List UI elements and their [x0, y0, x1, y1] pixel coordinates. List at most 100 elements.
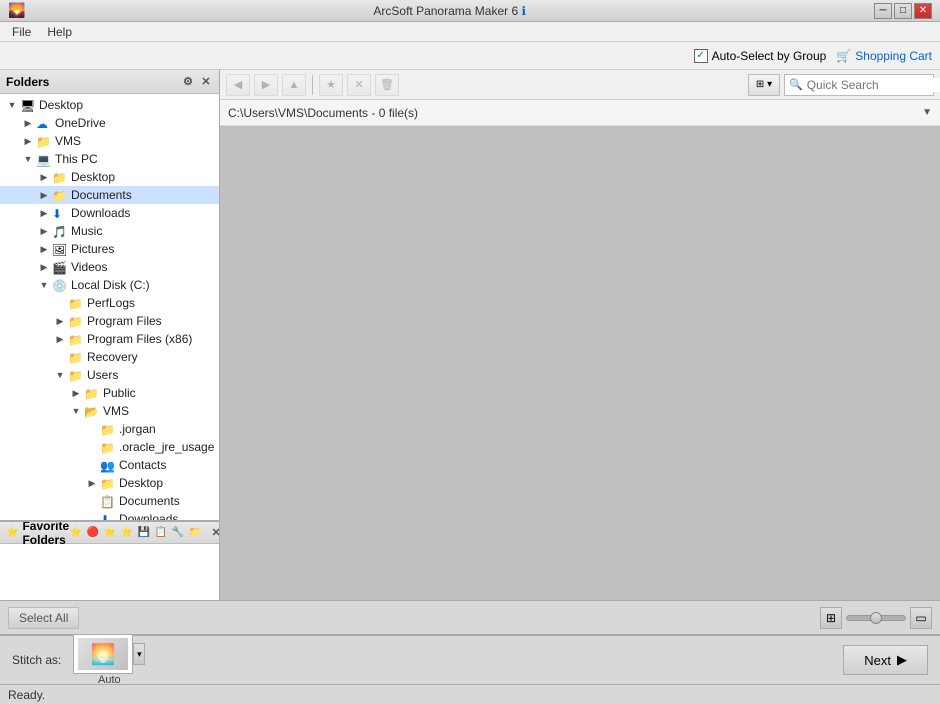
- tree-item-documents[interactable]: ▶ 📁 Documents: [0, 186, 219, 204]
- fav-icon-4[interactable]: ⭐: [120, 526, 134, 540]
- tree-item-desktop-user[interactable]: ▶ 📁 Desktop: [0, 474, 219, 492]
- title-bar: 🌄 ArcSoft Panorama Maker 6 ℹ ─ □ ✕: [0, 0, 940, 22]
- stitch-bar: Stitch as: 🌅 ▾ Auto Next ▶: [0, 634, 940, 684]
- fav-icon-5[interactable]: 💾: [137, 526, 151, 540]
- tree-item-documents-user[interactable]: 📋 Documents: [0, 492, 219, 510]
- tree-item-jorgan[interactable]: 📁 .jorgan: [0, 420, 219, 438]
- expand-vms-root[interactable]: ▶: [20, 133, 36, 149]
- expand-users[interactable]: ▼: [52, 367, 68, 383]
- tree-item-downloads-user[interactable]: ⬇ Downloads: [0, 510, 219, 520]
- tree-item-videos[interactable]: ▶ 🎬 Videos: [0, 258, 219, 276]
- next-arrow-icon: ▶: [897, 652, 907, 668]
- path-text: C:\Users\VMS\Documents - 0 file(s): [228, 106, 418, 120]
- next-button[interactable]: Next ▶: [843, 645, 928, 675]
- fav-icon-1[interactable]: ⭐: [69, 526, 83, 540]
- tree-item-perflogs[interactable]: 📁 PerfLogs: [0, 294, 219, 312]
- list-view-button[interactable]: ▭: [910, 607, 932, 629]
- favorite-button[interactable]: ★: [319, 74, 343, 96]
- fav-icon-3[interactable]: ⭐: [103, 526, 117, 540]
- favorite-folders-title: Favorite Folders: [22, 520, 69, 547]
- close-button[interactable]: ✕: [914, 3, 932, 19]
- toolbar-right: Auto-Select by Group 🛒 Shopping Cart: [694, 49, 932, 63]
- tree-item-desktop-root[interactable]: ▼ 🖥 Desktop: [0, 96, 219, 114]
- auto-select-group: Auto-Select by Group: [694, 49, 827, 63]
- expand-progfiles[interactable]: ▶: [52, 313, 68, 329]
- tree-item-localdisk[interactable]: ▼ 💿 Local Disk (C:): [0, 276, 219, 294]
- tree-item-progfilesx86[interactable]: ▶ 📁 Program Files (x86): [0, 330, 219, 348]
- app-icon: 🌄: [8, 2, 25, 19]
- right-panel: ◀ ▶ ▲ ★ ✕ 🗑 ⊞ ▾ 🔍 ✕ C:\Users\VMS\Documen…: [220, 70, 940, 600]
- recovery-icon: 📁: [68, 351, 84, 364]
- expand-downloads[interactable]: ▶: [36, 205, 52, 221]
- expand-progfilesx86[interactable]: ▶: [52, 331, 68, 347]
- tree-item-progfiles[interactable]: ▶ 📁 Program Files: [0, 312, 219, 330]
- tree-item-vms-root[interactable]: ▶ 📁 VMS: [0, 132, 219, 150]
- expand-documents[interactable]: ▶: [36, 187, 52, 203]
- delete-button[interactable]: ✕: [347, 74, 371, 96]
- fav-icon-2[interactable]: 🔴: [86, 526, 100, 540]
- oracle-label: .oracle_jre_usage: [119, 440, 214, 454]
- shopping-cart-link[interactable]: 🛒 Shopping Cart: [836, 49, 932, 63]
- expand-music[interactable]: ▶: [36, 223, 52, 239]
- expand-public[interactable]: ▶: [68, 385, 84, 401]
- stitch-arrow-button[interactable]: ▾: [133, 643, 145, 665]
- expand-thispc[interactable]: ▼: [20, 151, 36, 167]
- search-input[interactable]: [807, 78, 940, 92]
- tree-item-thispc[interactable]: ▼ 💻 This PC: [0, 150, 219, 168]
- fav-icon-7[interactable]: 🔧: [171, 526, 185, 540]
- view-icons-group: ⊞ ▭: [820, 607, 932, 629]
- folder-tree: ▼ 🖥 Desktop ▶ ☁ OneDrive ▶ 📁 VMS ▼ 💻 Thi…: [0, 94, 219, 520]
- expand-pictures[interactable]: ▶: [36, 241, 52, 257]
- expand-desktop-pc[interactable]: ▶: [36, 169, 52, 185]
- nav-forward-button[interactable]: ▶: [254, 74, 278, 96]
- view-toggle-button[interactable]: ⊞ ▾: [748, 74, 780, 96]
- maximize-button[interactable]: □: [894, 3, 912, 19]
- tree-item-oracle[interactable]: 📁 .oracle_jre_usage: [0, 438, 219, 456]
- select-all-button[interactable]: Select All: [8, 607, 79, 629]
- public-label: Public: [103, 386, 136, 400]
- tree-item-recovery[interactable]: 📁 Recovery: [0, 348, 219, 366]
- expand-desktop[interactable]: ▼: [4, 97, 20, 113]
- trash-button[interactable]: 🗑: [375, 74, 399, 96]
- favorite-folders-content: [0, 544, 219, 600]
- tree-item-music[interactable]: ▶ 🎵 Music: [0, 222, 219, 240]
- app-title: ArcSoft Panorama Maker 6 ℹ: [25, 4, 874, 18]
- tree-item-public[interactable]: ▶ 📁 Public: [0, 384, 219, 402]
- auto-select-checkbox[interactable]: [694, 49, 708, 63]
- desktop-user-label: Desktop: [119, 476, 163, 490]
- menu-help[interactable]: Help: [39, 23, 80, 41]
- tree-item-users[interactable]: ▼ 📁 Users: [0, 366, 219, 384]
- grid-view-button[interactable]: ⊞: [820, 607, 842, 629]
- panel-settings-icon[interactable]: ⚙: [181, 75, 195, 89]
- tree-item-downloads[interactable]: ▶ ⬇ Downloads: [0, 204, 219, 222]
- tree-item-vms-user[interactable]: ▼ 📂 VMS: [0, 402, 219, 420]
- fav-icon-8[interactable]: 📁: [188, 526, 202, 540]
- documents-label: Documents: [71, 188, 132, 202]
- tree-item-contacts[interactable]: 👥 Contacts: [0, 456, 219, 474]
- downloads-label: Downloads: [71, 206, 130, 220]
- expand-localdisk[interactable]: ▼: [36, 277, 52, 293]
- info-icon[interactable]: ℹ: [521, 4, 526, 18]
- tree-item-pictures[interactable]: ▶ 🖼 Pictures: [0, 240, 219, 258]
- nav-back-button[interactable]: ◀: [226, 74, 250, 96]
- expand-vms-user[interactable]: ▼: [68, 403, 84, 419]
- folders-title: Folders: [6, 75, 49, 89]
- expand-videos[interactable]: ▶: [36, 259, 52, 275]
- expand-desktop-user[interactable]: ▶: [84, 475, 100, 491]
- tree-item-onedrive[interactable]: ▶ ☁ OneDrive: [0, 114, 219, 132]
- tree-item-desktop-pc[interactable]: ▶ 📁 Desktop: [0, 168, 219, 186]
- users-icon: 📁: [68, 369, 84, 382]
- nav-up-button[interactable]: ▲: [282, 74, 306, 96]
- minimize-button[interactable]: ─: [874, 3, 892, 19]
- menu-file[interactable]: File: [4, 23, 39, 41]
- fav-panel-close[interactable]: ✕: [209, 526, 219, 540]
- fav-icon-6[interactable]: 📋: [154, 526, 168, 540]
- expand-onedrive[interactable]: ▶: [20, 115, 36, 131]
- slider-thumb[interactable]: [870, 612, 882, 624]
- toolbar-sep-1: [312, 75, 313, 95]
- cart-icon: 🛒: [836, 49, 851, 63]
- favorite-folders-panel: ⭐ Favorite Folders ⭐ 🔴 ⭐ ⭐ 💾 📋 🔧 📁 ✕: [0, 520, 219, 600]
- contacts-icon: 👥: [100, 459, 116, 472]
- panel-close-icon[interactable]: ✕: [199, 75, 213, 89]
- slider-track[interactable]: [846, 615, 906, 621]
